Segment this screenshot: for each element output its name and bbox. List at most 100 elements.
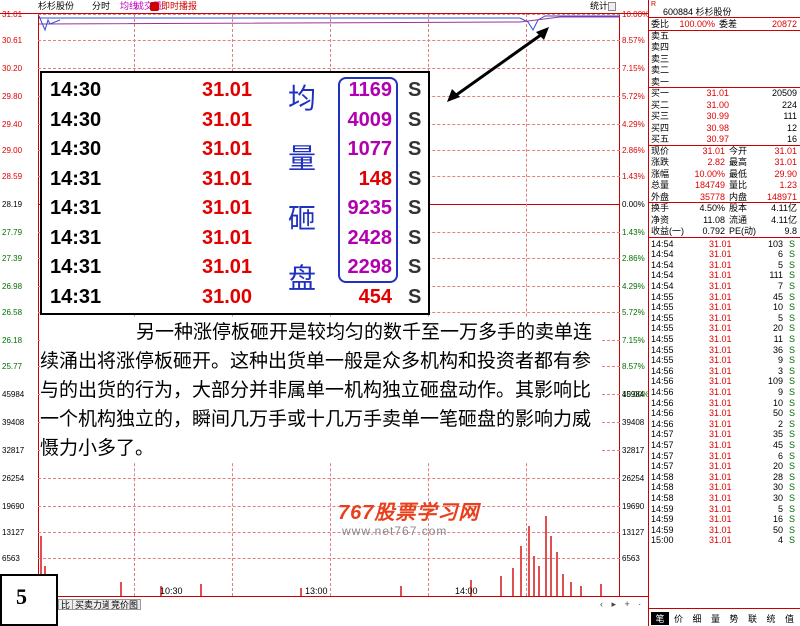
tick-price: 31.01 [709,397,732,408]
tick-volume: 10 [772,397,783,408]
panel-tab[interactable]: 统 [762,612,780,625]
panel-tab[interactable]: 势 [725,612,743,625]
buy-price: 30.99 [706,111,729,121]
tick-price: 31.01 [709,355,732,366]
stat-label: 最高 [729,157,748,167]
stat-value: 31.01 [774,157,797,167]
tick-volume: 5 [777,259,783,270]
tab-compare[interactable]: 比 [58,599,74,610]
buy-row: 买五 30.97 16 [649,134,800,145]
sell-row: 卖二 [649,65,800,76]
trade-time: 14:31 [50,167,102,190]
tick-row: 14:54 31.01 6 S [649,249,800,260]
trade-price: 31.01 [202,79,253,101]
tick-volume: 2 [777,418,783,429]
sell-level-label: 卖二 [651,65,670,75]
tick-side: S [789,323,796,334]
stat-value: 4.11亿 [771,203,797,213]
panel-tab[interactable]: 细 [688,612,706,625]
volume-bar [200,584,202,596]
trade-time: 14:31 [50,256,102,278]
stat-value: 9.8 [784,226,797,236]
x-tick-label: 14:00 [455,586,478,596]
tick-price: 31.01 [709,376,732,387]
tick-side: S [789,524,796,535]
tick-price: 31.01 [709,238,732,249]
tick-side: S [789,461,796,472]
tick-price: 31.01 [709,249,732,260]
tick-time: 14:55 [651,302,674,313]
tick-time: 14:55 [651,312,674,323]
tick-time: 14:57 [651,450,674,461]
tick-volume: 103 [767,238,783,249]
tick-side: S [789,429,796,440]
weicha-value: 20872 [771,19,797,29]
tick-row: 14:54 31.01 103 S [649,239,800,250]
tick-side: S [789,376,796,387]
panel-tab[interactable]: 联 [744,612,762,625]
volume-bar [512,568,514,596]
tick-volume: 6 [777,249,783,260]
tick-volume: 30 [772,492,783,503]
buy-level-label: 买二 [651,99,670,110]
volume-highlight-box [338,77,398,283]
tick-time: 14:56 [651,376,674,387]
buy-level-label: 买三 [651,111,670,121]
weibi-row: 委比 100.00% 委差 20872 [649,19,800,30]
separator [649,236,800,238]
tick-side: S [789,450,796,461]
tick-side: S [789,291,796,302]
tick-volume: 9 [777,355,783,366]
tick-price: 31.01 [709,323,732,334]
tick-row: 14:55 31.01 11 S [649,334,800,345]
tick-time: 14:56 [651,397,674,408]
stat-label: 股本 [729,203,748,213]
panel-tab[interactable]: 价 [670,612,688,625]
r-mark: R [651,1,657,8]
tick-volume: 50 [772,524,783,535]
stat-label: 现价 [651,145,670,156]
stat-label: 总量 [651,180,670,190]
tick-volume: 9 [777,386,783,397]
tick-price: 31.01 [709,439,732,450]
buy-price: 30.98 [706,122,729,133]
tick-price: 31.01 [709,270,732,281]
tick-volume: 30 [772,482,783,493]
buy-price: 30.97 [706,134,729,144]
tick-volume: 109 [767,376,783,387]
stats-row: 现价 31.01 今开 31.01 [649,146,800,157]
tick-side: S [789,408,796,419]
tick-volume: 16 [772,514,783,525]
chart-bottom-bar: 比 买卖力道 竞价图 ‹ ▸ + · [0,596,648,626]
arrow-head-bottom [447,89,460,102]
tick-time: 14:57 [651,439,674,450]
buy-row: 买四 30.98 12 [649,123,800,134]
tick-side: S [789,386,796,397]
tick-row: 14:57 31.01 20 S [649,461,800,472]
tick-volume: 10 [772,302,783,313]
volume-bar [570,582,572,596]
tick-row: 14:55 31.01 5 S [649,313,800,324]
volume-bar [556,552,558,596]
panel-tab[interactable]: 笔 [651,612,669,625]
tick-price: 31.01 [709,280,732,291]
tick-row: 14:56 31.01 9 S [649,387,800,398]
tick-price: 31.01 [709,535,732,546]
scroll-arrows-icon[interactable]: ‹ ▸ + · [600,599,644,610]
tick-row: 14:59 31.01 50 S [649,525,800,536]
panel-tab[interactable]: 量 [707,612,725,625]
tick-volume: 20 [772,323,783,334]
vertical-label-char: 量 [288,142,317,175]
tick-row: 14:55 31.01 20 S [649,323,800,334]
buy-price: 31.00 [706,99,729,110]
tick-volume: 5 [777,503,783,514]
tick-side: S [789,270,796,281]
panel-header: R 600884 杉杉股份 [649,0,800,18]
trade-time: 14:31 [50,226,102,249]
tab-auction-chart[interactable]: 竞价图 [108,599,142,610]
panel-tab[interactable]: 值 [781,612,799,625]
quote-panel: R 600884 杉杉股份 委比 100.00% 委差 20872 卖五 卖四 卖三 卖二 卖一… [648,0,800,626]
tick-volume: 6 [777,450,783,461]
stock-code-title: 600884 杉杉股份 [663,7,732,17]
stats-row: 净资 11.08 流通 4.11亿 [649,215,800,226]
